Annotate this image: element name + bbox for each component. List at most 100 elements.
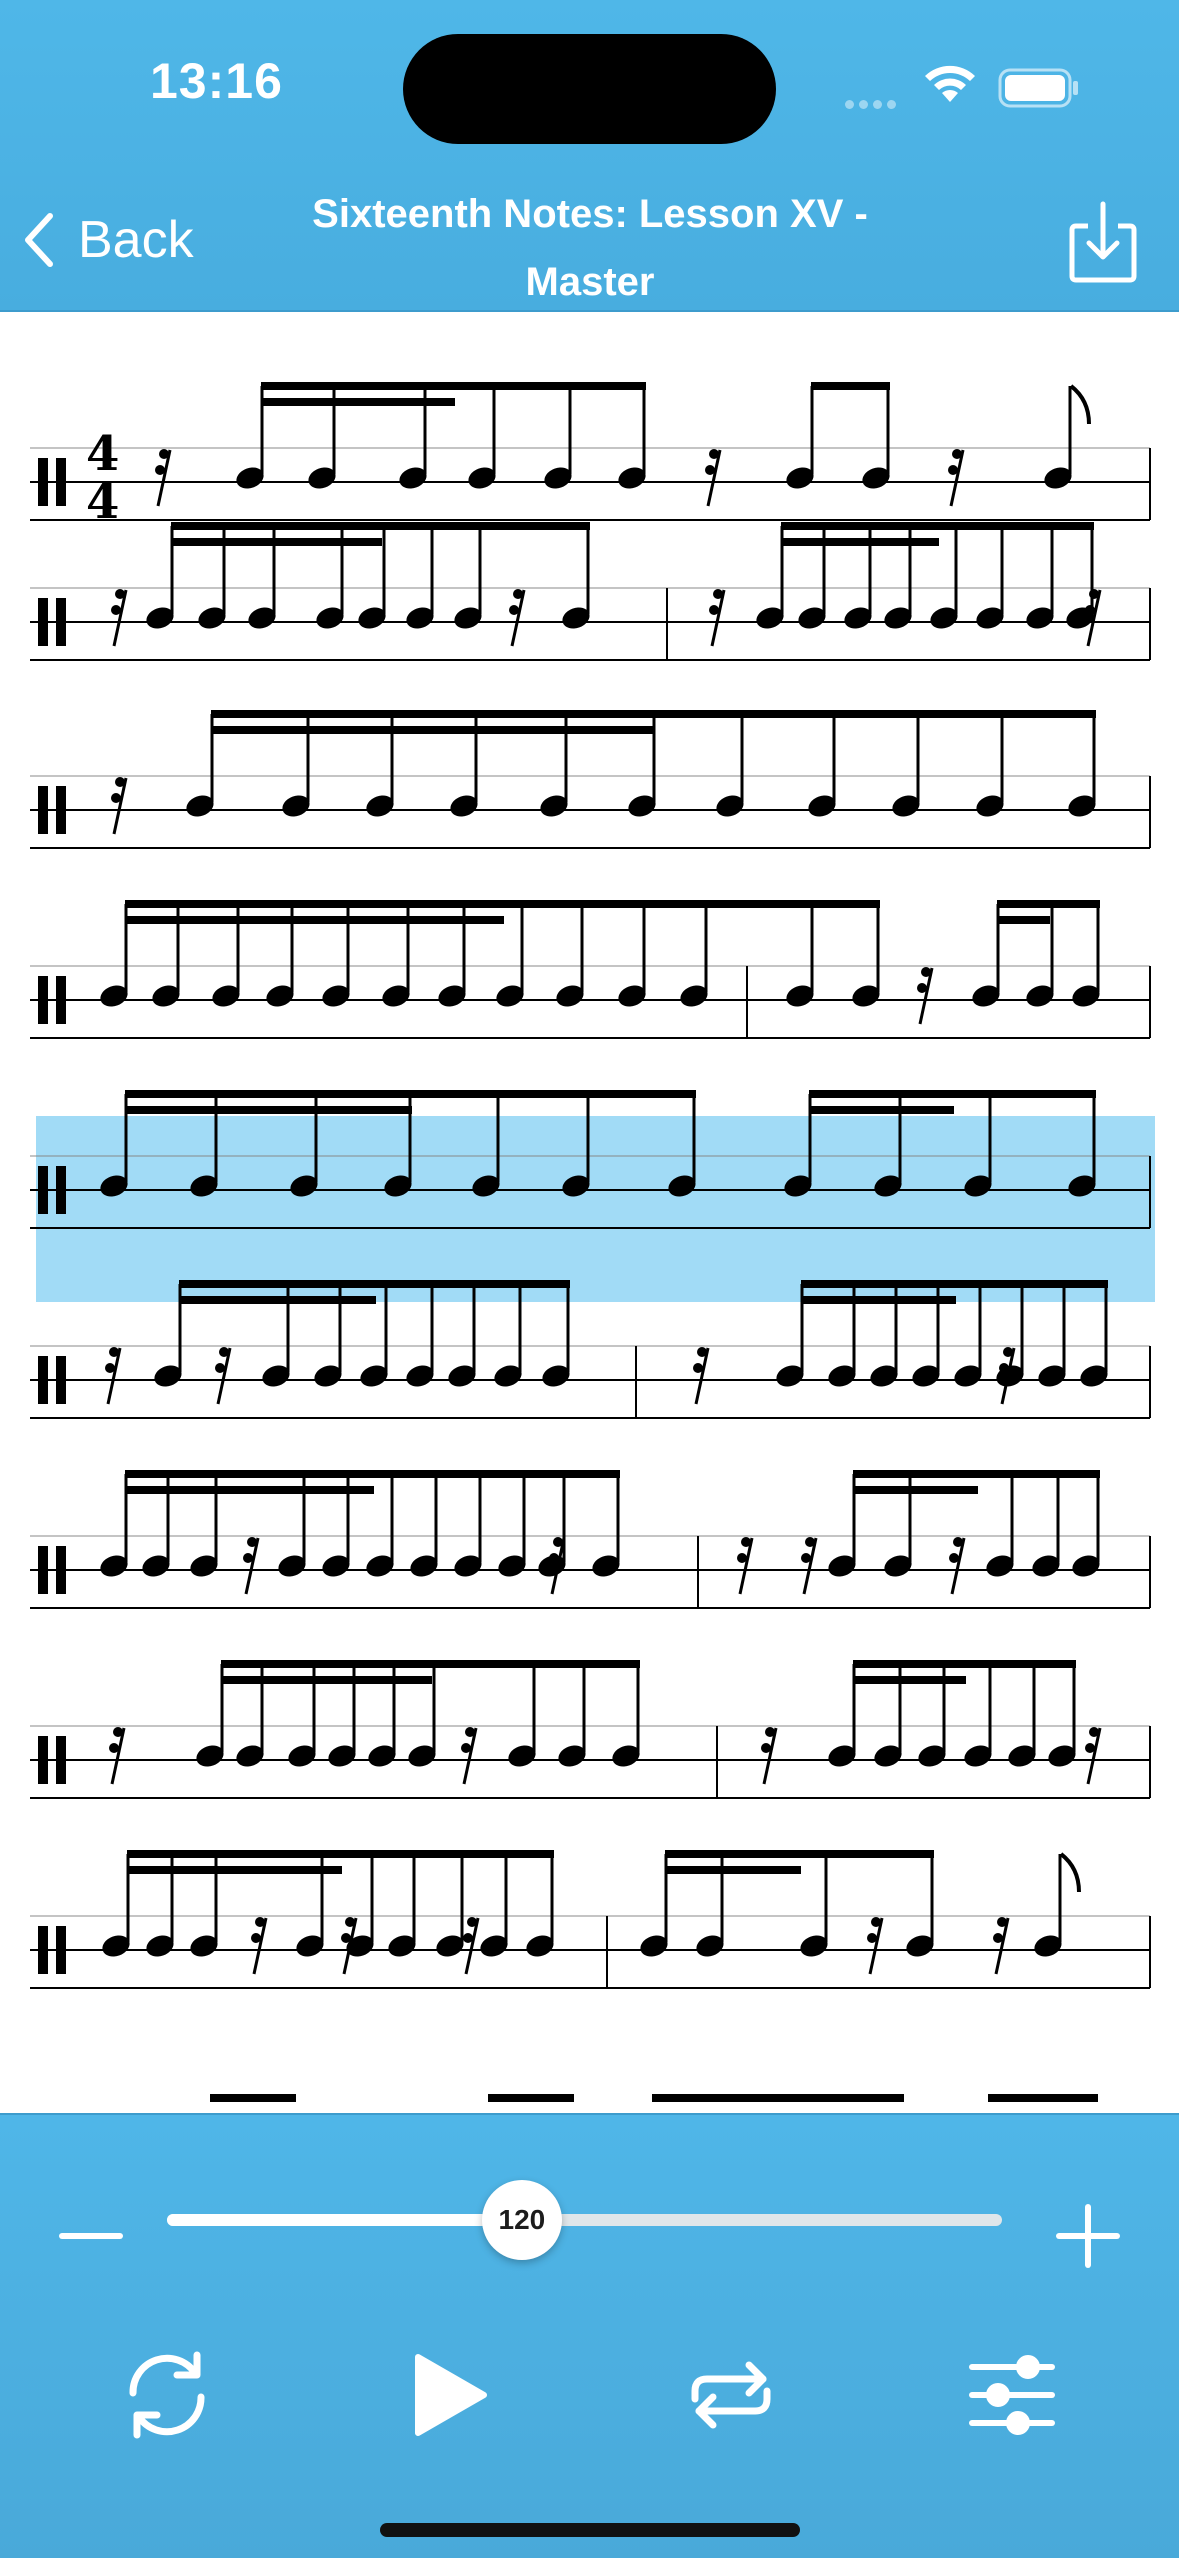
sheet-music-score[interactable]: 44 xyxy=(0,312,1179,2112)
rest-dot xyxy=(111,793,121,803)
beam-secondary xyxy=(853,1486,978,1494)
rest-dot xyxy=(467,1917,477,1927)
settings-button[interactable] xyxy=(962,2345,1062,2445)
rest-dot xyxy=(713,589,723,599)
back-label: Back xyxy=(78,211,194,269)
beam-secondary xyxy=(997,916,1050,924)
page-title: Sixteenth Notes: Lesson XV - Master xyxy=(260,180,920,316)
beam xyxy=(171,522,590,530)
rest-dot xyxy=(1085,1743,1095,1753)
chevron-left-icon xyxy=(25,213,53,267)
rest-dot xyxy=(463,1933,473,1943)
rest-dot xyxy=(243,1553,253,1563)
rest-dot xyxy=(1003,1347,1013,1357)
percussion-clef xyxy=(38,598,48,646)
time-signature-bottom: 4 xyxy=(86,474,119,530)
rest-dot xyxy=(549,1553,559,1563)
beam xyxy=(853,1470,1100,1478)
title-line-1: Sixteenth Notes: Lesson XV - xyxy=(312,192,868,236)
score-systems: 44 xyxy=(0,312,1179,2112)
percussion-clef xyxy=(56,458,66,506)
beam xyxy=(179,1280,570,1288)
beam xyxy=(997,900,1100,908)
note-flag xyxy=(1069,384,1091,425)
beam xyxy=(488,2094,574,2102)
rest-dot xyxy=(765,1727,775,1737)
rest-dot xyxy=(952,449,962,459)
percussion-clef xyxy=(38,1926,48,1974)
rest-dot xyxy=(693,1363,703,1373)
rest-dot xyxy=(921,967,931,977)
wifi-icon xyxy=(925,65,975,102)
download-button[interactable] xyxy=(1068,200,1138,284)
percussion-clef xyxy=(56,1926,66,1974)
beam-secondary xyxy=(125,1486,374,1494)
percussion-clef xyxy=(38,976,48,1024)
tempo-slider[interactable]: 120 xyxy=(167,2180,1002,2260)
rest-dot xyxy=(345,1917,355,1927)
rest-dot xyxy=(948,465,958,475)
tempo-decrease-button[interactable] xyxy=(58,2203,124,2269)
rest-dot xyxy=(1089,1727,1099,1737)
rest-dot xyxy=(109,1743,119,1753)
rest-dot xyxy=(867,1933,877,1943)
percussion-clef xyxy=(38,1356,48,1404)
plus-icon xyxy=(1056,2204,1120,2268)
beam xyxy=(211,710,1096,718)
percussion-clef xyxy=(56,976,66,1024)
beam xyxy=(781,522,1094,530)
beam-secondary xyxy=(853,1676,966,1684)
loop-button[interactable] xyxy=(681,2345,781,2445)
percussion-clef xyxy=(56,1166,66,1214)
rest-dot xyxy=(461,1743,471,1753)
status-time: 13:16 xyxy=(150,53,283,109)
tempo-increase-button[interactable] xyxy=(1055,2203,1121,2269)
tempo-slider-thumb[interactable]: 120 xyxy=(481,2180,562,2260)
rest-dot xyxy=(113,1727,123,1737)
percussion-clef xyxy=(56,1356,66,1404)
percussion-clef xyxy=(56,786,66,834)
play-button[interactable] xyxy=(398,2345,498,2445)
rest-dot xyxy=(513,589,523,599)
sync-icon xyxy=(129,2351,205,2439)
beam-secondary xyxy=(801,1296,956,1304)
rest-dot xyxy=(155,465,165,475)
rest-dot xyxy=(949,1553,959,1563)
score-canvas: 44 xyxy=(30,382,1151,2102)
battery-icon xyxy=(998,68,1078,108)
rest-dot xyxy=(801,1553,811,1563)
download-tray-icon xyxy=(1069,201,1137,283)
beam xyxy=(125,900,880,908)
beam xyxy=(665,1850,934,1858)
beam xyxy=(221,1660,640,1668)
percussion-clef xyxy=(38,1736,48,1784)
percussion-clef xyxy=(38,1546,48,1594)
back-button[interactable]: Back xyxy=(22,205,194,275)
tempo-value: 120 xyxy=(498,2204,546,2235)
rest-dot xyxy=(109,1347,119,1357)
beam-secondary xyxy=(125,916,504,924)
rest-dot xyxy=(1085,605,1095,615)
beam-secondary xyxy=(125,1106,412,1114)
sync-button[interactable] xyxy=(117,2345,217,2445)
sliders-icon xyxy=(969,2355,1055,2435)
rest-dot xyxy=(697,1347,707,1357)
title-line-2: Master xyxy=(525,260,655,304)
percussion-clef xyxy=(38,458,48,506)
rest-dot xyxy=(215,1363,225,1373)
rest-dot xyxy=(953,1537,963,1547)
beam xyxy=(261,382,646,390)
percussion-clef xyxy=(38,1166,48,1214)
rest-dot xyxy=(737,1553,747,1563)
beam xyxy=(125,1470,620,1478)
note-flag xyxy=(1059,1852,1081,1893)
rest-dot xyxy=(115,589,125,599)
rest-dot xyxy=(705,465,715,475)
beam xyxy=(811,382,890,390)
rest-dot xyxy=(255,1917,265,1927)
rest-dot xyxy=(871,1917,881,1927)
rest-dot xyxy=(553,1537,563,1547)
rest-dot xyxy=(709,449,719,459)
beam xyxy=(853,1660,1076,1668)
play-icon xyxy=(415,2354,487,2436)
